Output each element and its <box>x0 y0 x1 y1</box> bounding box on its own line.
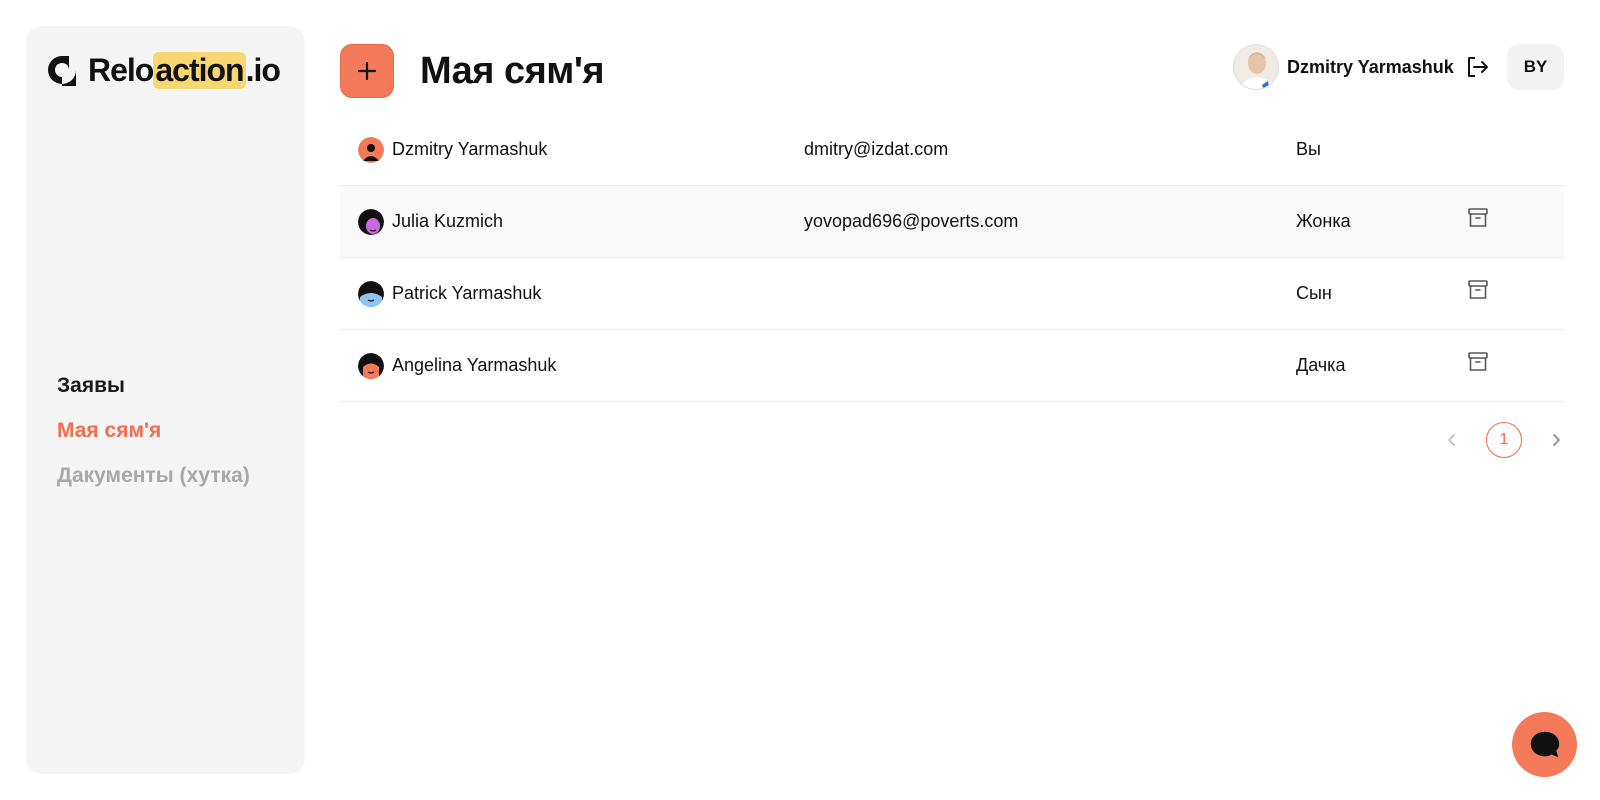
user-name[interactable]: Dzmitry Yarmashuk <box>1287 57 1454 78</box>
member-name-cell: Dzmitry Yarmashuk <box>358 136 548 163</box>
logo-text-part1: Relo <box>88 52 154 88</box>
member-avatar-icon <box>358 208 384 235</box>
sidebar-item-applications[interactable]: Заявы <box>57 363 250 408</box>
table-row[interactable]: Dzmitry Yarmashuk dmitry@izdat.com Вы <box>340 114 1564 186</box>
member-name-cell: Julia Kuzmich <box>358 208 504 235</box>
member-name: Angelina Yarmashuk <box>392 355 557 375</box>
sidebar-item-my-family[interactable]: Мая сям'я <box>57 408 250 453</box>
logo[interactable]: Relo action .io <box>44 52 281 89</box>
user-menu: Dzmitry Yarmashuk <box>1233 44 1490 90</box>
member-name: Patrick Yarmashuk <box>392 283 542 303</box>
member-avatar-icon <box>358 280 384 307</box>
chat-bubble-icon <box>1530 731 1559 757</box>
logo-mark-icon <box>48 55 76 86</box>
page-number[interactable]: 1 <box>1486 422 1522 458</box>
member-role: Сын <box>1296 283 1332 303</box>
member-name-cell: Patrick Yarmashuk <box>358 280 542 307</box>
table-row[interactable]: Patrick Yarmashuk Сын <box>340 258 1564 330</box>
plus-icon <box>357 61 377 81</box>
family-members-table: Dzmitry Yarmashuk dmitry@izdat.com Вы Ju… <box>340 114 1564 402</box>
member-name-cell: Angelina Yarmashuk <box>358 352 557 379</box>
logo-text-part2: .io <box>245 52 281 88</box>
page-title: Мая сям'я <box>420 50 605 92</box>
table-row[interactable]: Angelina Yarmashuk Дачка <box>340 330 1564 402</box>
sidebar: Relo action .io Заявы Мая сям'я Дакументы … <box>26 26 305 774</box>
logo-text: Relo action .io <box>88 52 281 89</box>
member-role: Жонка <box>1296 211 1351 231</box>
chevron-right-icon[interactable] <box>1546 430 1566 450</box>
add-member-button[interactable] <box>340 44 394 98</box>
user-photo-icon <box>1234 45 1278 89</box>
member-avatar-icon <box>358 352 384 379</box>
archive-icon[interactable] <box>1466 206 1490 230</box>
table-row[interactable]: Julia Kuzmich yovopad696@poverts.com Жон… <box>340 186 1564 258</box>
member-name: Julia Kuzmich <box>392 211 504 231</box>
archive-icon[interactable] <box>1466 350 1490 374</box>
member-role: Вы <box>1296 139 1321 159</box>
archive-icon[interactable] <box>1466 278 1490 302</box>
chevron-left-icon[interactable] <box>1442 430 1462 450</box>
chat-button[interactable] <box>1512 712 1577 777</box>
sidebar-nav: Заявы Мая сям'я Дакументы (хутка) <box>57 363 250 498</box>
member-email: yovopad696@poverts.com <box>804 211 1019 231</box>
language-button[interactable]: BY <box>1507 44 1564 90</box>
logout-icon[interactable] <box>1464 54 1490 80</box>
member-role: Дачка <box>1296 355 1346 375</box>
member-name: Dzmitry Yarmashuk <box>392 139 548 159</box>
user-avatar[interactable] <box>1233 44 1279 90</box>
member-avatar-icon <box>358 136 384 163</box>
member-email: dmitry@izdat.com <box>804 139 949 159</box>
sidebar-item-documents[interactable]: Дакументы (хутка) <box>57 453 250 498</box>
pagination: 1 <box>1442 422 1566 458</box>
logo-text-highlight: action <box>153 52 246 89</box>
